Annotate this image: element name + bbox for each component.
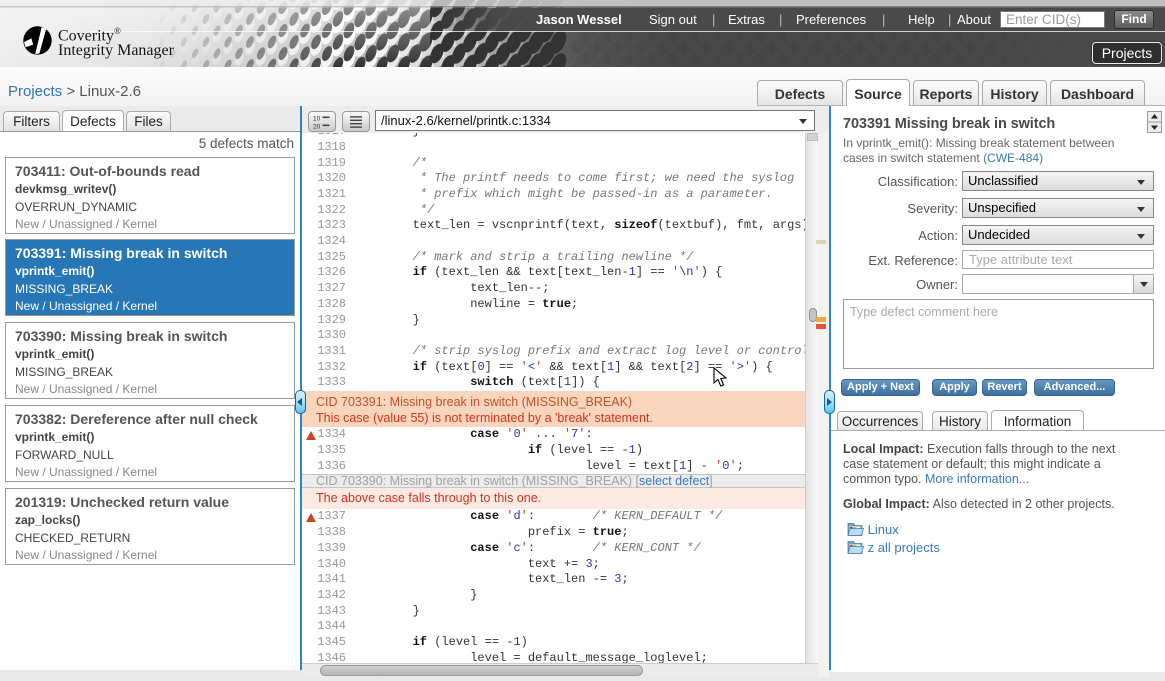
svg-text:20: 20 <box>313 124 321 131</box>
svg-text:10: 10 <box>313 116 321 123</box>
